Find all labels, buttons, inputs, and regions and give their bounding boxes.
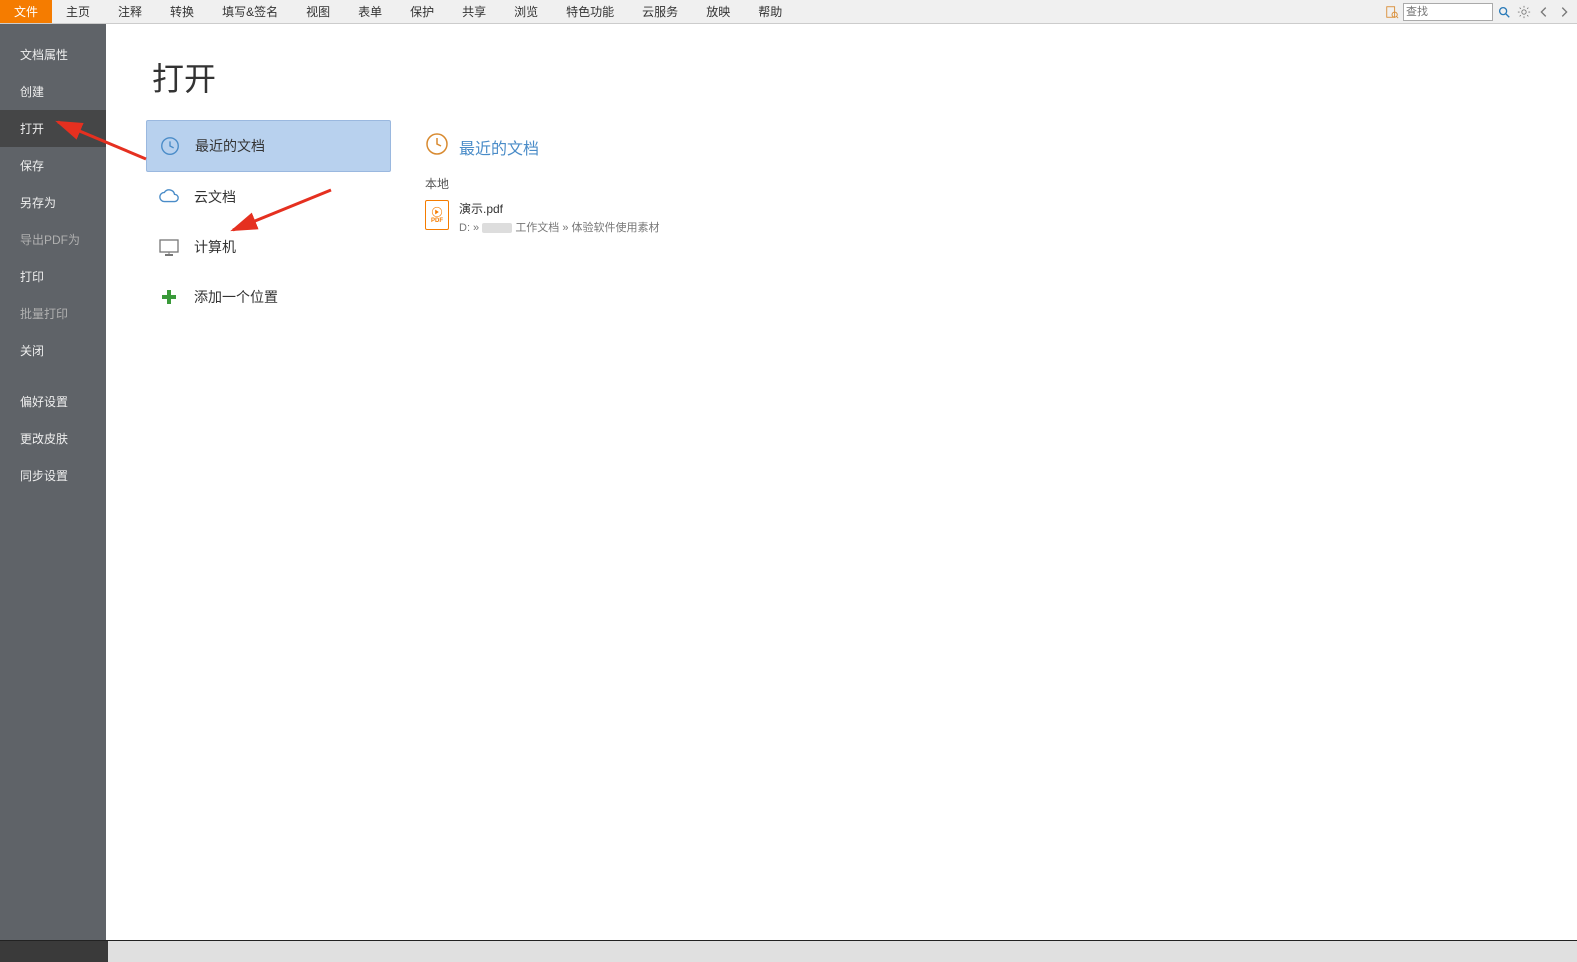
search-input[interactable] bbox=[1403, 3, 1493, 21]
location-label: 云文档 bbox=[194, 187, 236, 207]
menu-convert[interactable]: 转换 bbox=[156, 0, 208, 23]
menu-form[interactable]: 表单 bbox=[344, 0, 396, 23]
location-recent-docs[interactable]: 最近的文档 bbox=[146, 120, 391, 172]
menu-view[interactable]: 视图 bbox=[292, 0, 344, 23]
pdf-file-icon: PDF bbox=[425, 200, 449, 230]
menu-home[interactable]: 主页 bbox=[52, 0, 104, 23]
computer-icon bbox=[156, 234, 182, 260]
nav-back-icon[interactable] bbox=[1535, 3, 1553, 21]
sidebar-item-preferences[interactable]: 偏好设置 bbox=[0, 383, 106, 420]
recent-file-item[interactable]: PDF 演示.pdf D: » 工作文档 » 体验软件使用素材 bbox=[425, 198, 1537, 237]
sidebar-item-open[interactable]: 打开 bbox=[0, 110, 106, 147]
recent-documents-panel: 最近的文档 本地 PDF 演示.pdf D: » 工作文档 » 体验软件使用素材 bbox=[391, 24, 1577, 940]
plus-icon bbox=[156, 284, 182, 310]
sidebar-item-create[interactable]: 创建 bbox=[0, 73, 106, 110]
sidebar-item-print[interactable]: 打印 bbox=[0, 258, 106, 295]
section-local-label: 本地 bbox=[425, 175, 1537, 192]
location-cloud-docs[interactable]: 云文档 bbox=[146, 172, 391, 222]
menu-slideshow[interactable]: 放映 bbox=[692, 0, 744, 23]
file-sidebar: 文档属性 创建 打开 保存 另存为 导出PDF为 打印 批量打印 关闭 偏好设置… bbox=[0, 24, 106, 940]
search-icon[interactable] bbox=[1495, 3, 1513, 21]
menu-protect[interactable]: 保护 bbox=[396, 0, 448, 23]
recent-docs-title: 最近的文档 bbox=[459, 135, 539, 159]
cloud-icon bbox=[156, 184, 182, 210]
sidebar-item-close[interactable]: 关闭 bbox=[0, 332, 106, 369]
menu-file[interactable]: 文件 bbox=[0, 0, 52, 23]
status-bar bbox=[0, 940, 1577, 962]
page-title: 打开 bbox=[152, 54, 391, 100]
sidebar-item-save-as[interactable]: 另存为 bbox=[0, 184, 106, 221]
sidebar-item-doc-properties[interactable]: 文档属性 bbox=[0, 36, 106, 73]
menu-help[interactable]: 帮助 bbox=[744, 0, 796, 23]
settings-icon[interactable] bbox=[1515, 3, 1533, 21]
recent-file-path: D: » 工作文档 » 体验软件使用素材 bbox=[459, 219, 660, 235]
location-computer[interactable]: 计算机 bbox=[146, 222, 391, 272]
search-area bbox=[1383, 0, 1577, 23]
sidebar-item-sync[interactable]: 同步设置 bbox=[0, 457, 106, 494]
clock-icon bbox=[157, 133, 183, 159]
menu-cloud[interactable]: 云服务 bbox=[628, 0, 692, 23]
clock-icon bbox=[425, 132, 449, 161]
menu-share[interactable]: 共享 bbox=[448, 0, 500, 23]
redacted-segment bbox=[482, 223, 512, 233]
menu-browse[interactable]: 浏览 bbox=[500, 0, 552, 23]
location-add[interactable]: 添加一个位置 bbox=[146, 272, 391, 322]
open-locations-panel: 打开 最近的文档 云文档 bbox=[106, 24, 391, 940]
menu-fill-sign[interactable]: 填写&签名 bbox=[208, 0, 292, 23]
location-label: 最近的文档 bbox=[195, 136, 265, 156]
nav-forward-icon[interactable] bbox=[1555, 3, 1573, 21]
find-page-icon[interactable] bbox=[1383, 3, 1401, 21]
recent-file-name: 演示.pdf bbox=[459, 200, 660, 217]
location-label: 计算机 bbox=[194, 237, 236, 257]
sidebar-item-export-pdf[interactable]: 导出PDF为 bbox=[0, 221, 106, 258]
top-menu-bar: 文件 主页 注释 转换 填写&签名 视图 表单 保护 共享 浏览 特色功能 云服… bbox=[0, 0, 1577, 24]
sidebar-item-batch-print[interactable]: 批量打印 bbox=[0, 295, 106, 332]
location-label: 添加一个位置 bbox=[194, 287, 278, 307]
menu-special[interactable]: 特色功能 bbox=[552, 0, 628, 23]
sidebar-item-save[interactable]: 保存 bbox=[0, 147, 106, 184]
sidebar-item-skin[interactable]: 更改皮肤 bbox=[0, 420, 106, 457]
recent-docs-header: 最近的文档 bbox=[425, 132, 1537, 161]
menu-annotate[interactable]: 注释 bbox=[104, 0, 156, 23]
